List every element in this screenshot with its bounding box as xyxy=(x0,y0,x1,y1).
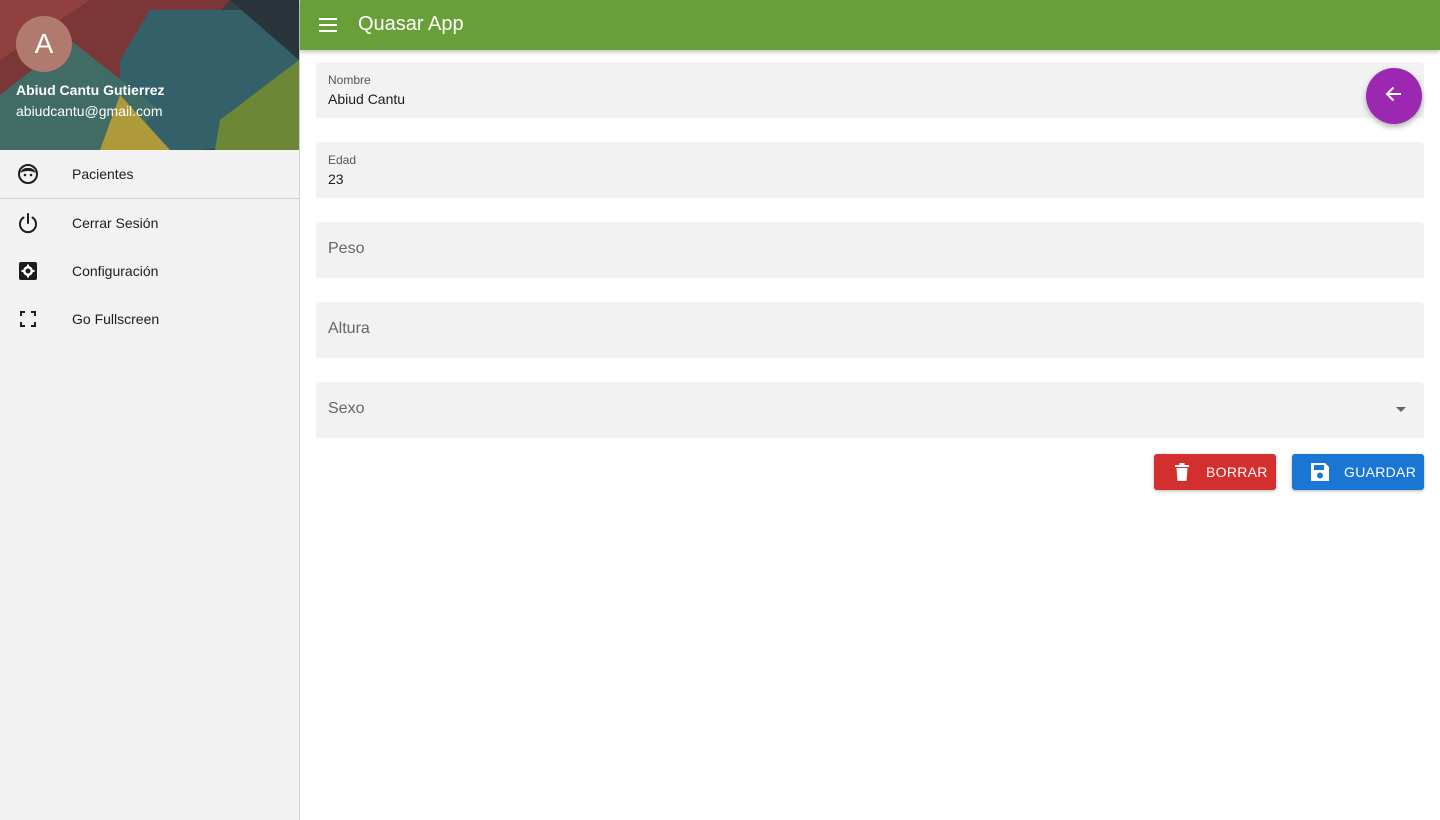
drawer-item-configuracion[interactable]: Configuración xyxy=(0,247,299,295)
drawer-item-label: Pacientes xyxy=(72,166,134,182)
back-fab-button[interactable] xyxy=(1366,68,1422,124)
altura-label: Altura xyxy=(328,320,370,337)
face-icon xyxy=(17,163,39,185)
fullscreen-icon xyxy=(17,308,39,330)
drawer-item-label: Configuración xyxy=(72,263,159,279)
drawer-item-pacientes[interactable]: Pacientes xyxy=(0,150,299,198)
altura-field[interactable]: Altura xyxy=(316,302,1424,358)
save-button[interactable]: GUARDAR xyxy=(1292,454,1424,490)
sexo-select[interactable]: Sexo xyxy=(316,382,1424,438)
drawer-item-fullscreen[interactable]: Go Fullscreen xyxy=(0,295,299,343)
app-title: Quasar App xyxy=(358,13,464,35)
settings-icon xyxy=(17,260,39,282)
app-header: Quasar App xyxy=(300,0,1440,50)
trash-icon xyxy=(1172,462,1192,482)
peso-label: Peso xyxy=(328,240,365,257)
avatar[interactable]: A xyxy=(16,16,72,72)
edad-field[interactable]: Edad 23 xyxy=(316,142,1424,198)
save-button-label: GUARDAR xyxy=(1344,464,1417,480)
menu-icon[interactable] xyxy=(318,15,340,35)
dropdown-arrow-icon xyxy=(1396,407,1406,412)
sexo-label: Sexo xyxy=(328,400,365,417)
drawer-item-label: Go Fullscreen xyxy=(72,311,160,327)
drawer-item-label: Cerrar Sesión xyxy=(72,215,159,231)
profile-email: abiudcantu@gmail.com xyxy=(16,103,163,119)
delete-button-label: BORRAR xyxy=(1206,464,1268,480)
peso-field[interactable]: Peso xyxy=(316,222,1424,278)
drawer-item-cerrar-sesion[interactable]: Cerrar Sesión xyxy=(0,199,299,247)
nombre-value: Abiud Cantu xyxy=(328,91,406,107)
power-icon xyxy=(17,212,39,234)
edad-value: 23 xyxy=(328,171,344,187)
edad-label: Edad xyxy=(328,153,357,167)
delete-button[interactable]: BORRAR xyxy=(1154,454,1276,490)
nombre-label: Nombre xyxy=(328,73,371,87)
drawer-menu: Pacientes Cerrar Sesión Configuración Go… xyxy=(0,150,299,343)
profile-name: Abiud Cantu Gutierrez xyxy=(16,82,165,98)
save-icon xyxy=(1310,462,1330,482)
navigation-drawer: A Abiud Cantu Gutierrez abiudcantu@gmail… xyxy=(0,0,300,820)
nombre-field[interactable]: Nombre Abiud Cantu xyxy=(316,62,1424,118)
profile-header: A Abiud Cantu Gutierrez abiudcantu@gmail… xyxy=(0,0,299,150)
arrow-back-icon xyxy=(1384,84,1404,109)
